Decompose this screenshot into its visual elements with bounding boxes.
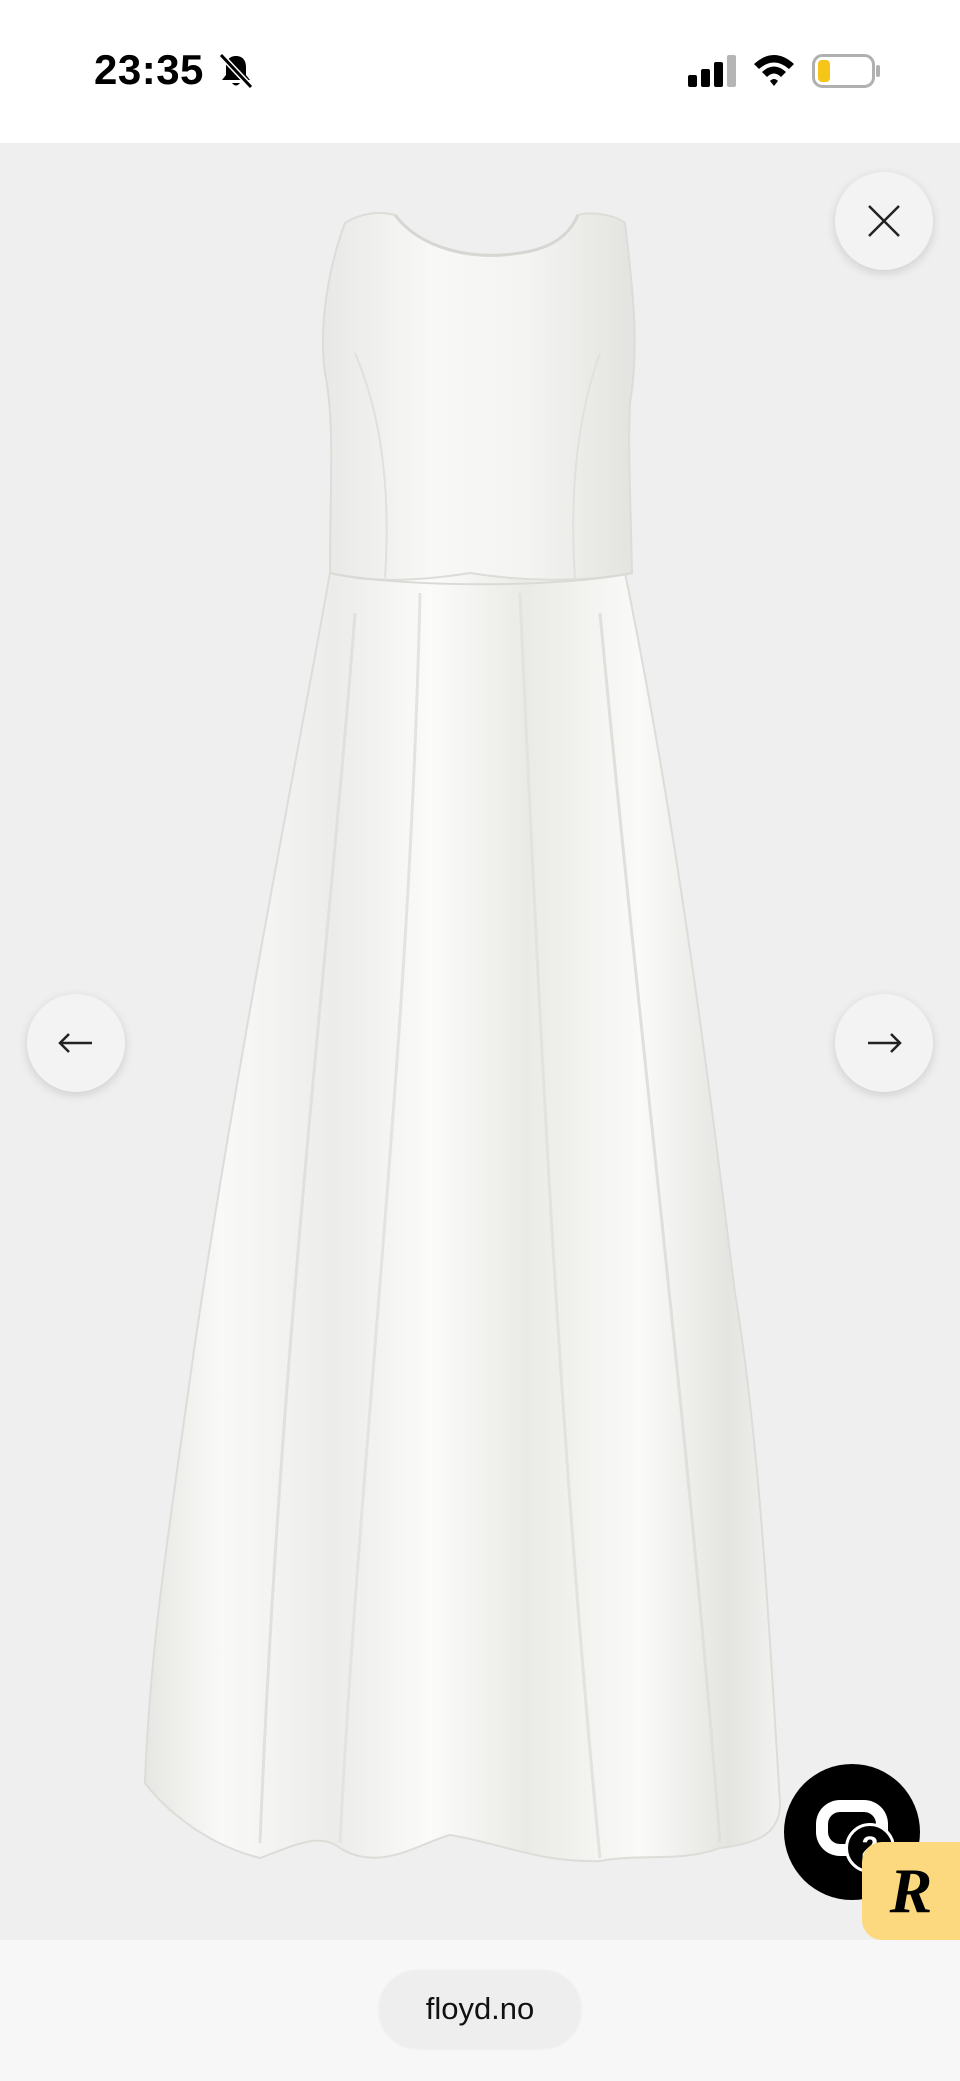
status-bar: 23:35	[0, 0, 960, 143]
next-image-button[interactable]	[835, 994, 933, 1092]
previous-image-button[interactable]	[27, 994, 125, 1092]
arrow-left-icon	[58, 1033, 92, 1053]
rewards-button[interactable]: R	[862, 1842, 960, 1940]
cellular-signal-icon	[688, 55, 736, 87]
bell-slash-icon	[218, 52, 254, 90]
wifi-icon	[754, 55, 794, 86]
rewards-logo: R	[889, 1855, 933, 1926]
close-icon	[868, 205, 900, 237]
address-bar[interactable]: floyd.no	[379, 1970, 581, 2048]
screen: 23:35 R floyd.no	[0, 0, 960, 2081]
product-image	[143, 212, 782, 1863]
arrow-right-icon	[868, 1033, 902, 1053]
battery-low-icon	[812, 54, 880, 88]
status-time: 23:35	[94, 46, 204, 93]
product-image-gallery[interactable]	[0, 143, 960, 1940]
browser-bottom-bar: floyd.no	[0, 1940, 960, 2081]
close-button[interactable]	[835, 172, 933, 270]
